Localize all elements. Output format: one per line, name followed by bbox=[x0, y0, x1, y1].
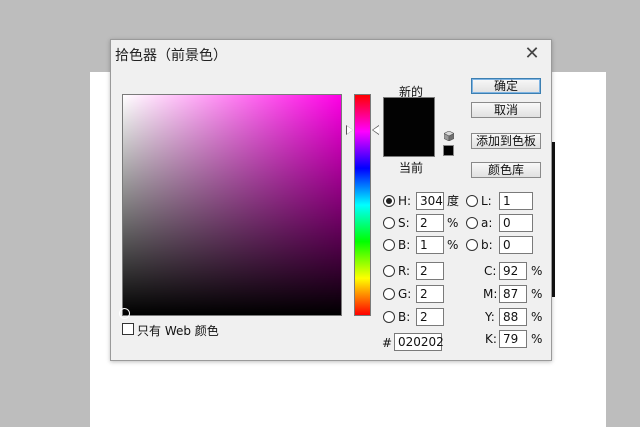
magenta-input[interactable]: 87 bbox=[499, 285, 527, 303]
blue-input[interactable]: 2 bbox=[416, 308, 444, 326]
black-label: K: bbox=[485, 332, 497, 346]
new-color-swatch bbox=[383, 97, 435, 127]
current-color-swatch[interactable] bbox=[383, 127, 435, 157]
saturation-brightness-field[interactable] bbox=[119, 94, 342, 319]
lab-a-label: a: bbox=[481, 216, 493, 230]
saturation-radio[interactable] bbox=[383, 217, 395, 229]
brightness-radio[interactable] bbox=[383, 239, 395, 251]
hue-radio[interactable] bbox=[383, 195, 395, 207]
black-input[interactable]: 79 bbox=[499, 330, 527, 348]
blue-label: B: bbox=[398, 310, 411, 324]
web-colors-only-checkbox[interactable] bbox=[122, 323, 134, 335]
lab-a-input[interactable]: 0 bbox=[499, 214, 533, 232]
red-label: R: bbox=[398, 264, 411, 278]
lab-l-label: L: bbox=[481, 194, 492, 208]
close-icon[interactable]: ✕ bbox=[521, 43, 543, 65]
cyan-input[interactable]: 92 bbox=[499, 262, 527, 280]
yellow-label: Y: bbox=[485, 310, 495, 324]
web-safe-color-swatch[interactable] bbox=[443, 145, 454, 156]
lab-l-input[interactable]: 1 bbox=[499, 192, 533, 210]
green-radio[interactable] bbox=[383, 288, 395, 300]
ok-button[interactable]: 确定 bbox=[471, 78, 541, 94]
lab-b-label: b: bbox=[481, 238, 493, 252]
color-libraries-button[interactable]: 颜色库 bbox=[471, 162, 541, 178]
brightness-unit: % bbox=[447, 238, 459, 252]
web-colors-only-label: 只有 Web 颜色 bbox=[137, 324, 219, 338]
web-safe-cube-icon[interactable] bbox=[444, 131, 454, 141]
saturation-label: S: bbox=[398, 216, 410, 230]
cyan-label: C: bbox=[484, 264, 497, 278]
red-radio[interactable] bbox=[383, 265, 395, 277]
blue-radio[interactable] bbox=[383, 311, 395, 323]
current-color-label: 当前 bbox=[399, 161, 424, 175]
lab-b-radio[interactable] bbox=[466, 239, 478, 251]
saturation-input[interactable]: 2 bbox=[416, 214, 444, 232]
hue-slider[interactable] bbox=[354, 94, 371, 316]
red-input[interactable]: 2 bbox=[416, 262, 444, 280]
hue-unit: 度 bbox=[447, 194, 460, 208]
hue-slider-right-arrow-fill bbox=[373, 126, 379, 134]
brightness-label: B: bbox=[398, 238, 411, 252]
cancel-button[interactable]: 取消 bbox=[471, 102, 541, 118]
yellow-input[interactable]: 88 bbox=[499, 308, 527, 326]
green-input[interactable]: 2 bbox=[416, 285, 444, 303]
cyan-unit: % bbox=[531, 264, 543, 278]
green-label: G: bbox=[398, 287, 412, 301]
add-to-swatches-button[interactable]: 添加到色板 bbox=[471, 133, 541, 149]
hue-input[interactable]: 304 bbox=[416, 192, 444, 210]
brightness-input[interactable]: 1 bbox=[416, 236, 444, 254]
color-selection-marker[interactable] bbox=[119, 308, 130, 319]
lab-l-radio[interactable] bbox=[466, 195, 478, 207]
magenta-label: M: bbox=[483, 287, 498, 301]
hue-slider-left-arrow-fill bbox=[347, 126, 353, 134]
lab-b-input[interactable]: 0 bbox=[499, 236, 533, 254]
yellow-unit: % bbox=[531, 310, 543, 324]
lab-a-radio[interactable] bbox=[466, 217, 478, 229]
dialog-title: 拾色器（前景色） bbox=[115, 48, 227, 64]
color-picker-dialog: 拾色器（前景色） ✕ 新的 当前 确定 取消 添加到色板 颜色库 H: 304 … bbox=[110, 39, 552, 361]
hue-label: H: bbox=[398, 194, 412, 208]
hex-input[interactable]: 020202 bbox=[394, 333, 444, 351]
hex-label: # bbox=[382, 336, 393, 350]
black-unit: % bbox=[531, 332, 543, 346]
magenta-unit: % bbox=[531, 287, 543, 301]
saturation-unit: % bbox=[447, 216, 459, 230]
